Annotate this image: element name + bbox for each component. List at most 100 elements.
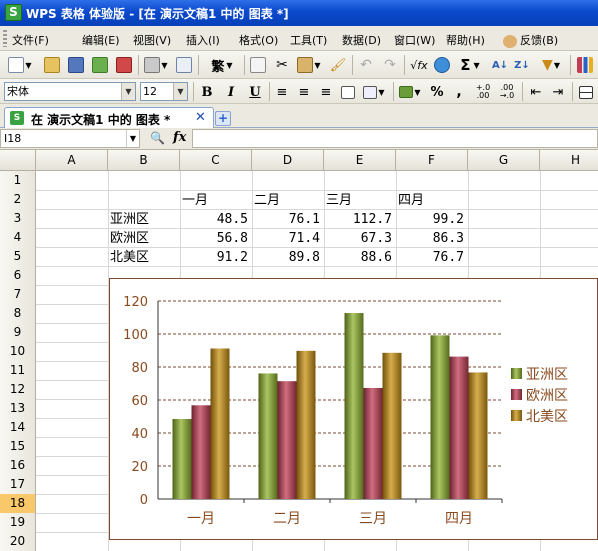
- embedded-chart[interactable]: 0 20 40 60 80 100 120 一月 二月 三月 四月 亚洲区 欧洲区 北美区: [109, 278, 598, 540]
- row-header-16[interactable]: 16: [0, 456, 36, 476]
- column-header-a[interactable]: A: [36, 150, 108, 171]
- underline-button[interactable]: U: [244, 82, 266, 102]
- row-header-12[interactable]: 12: [0, 380, 36, 400]
- menu-feedback[interactable]: 反馈(B): [503, 32, 558, 48]
- row-header-6[interactable]: 6: [0, 266, 36, 286]
- save-button[interactable]: [66, 55, 86, 75]
- cell-c3[interactable]: 48.5: [181, 210, 251, 229]
- row-header-2[interactable]: 2: [0, 190, 36, 210]
- cell-d4[interactable]: 71.4: [253, 229, 323, 248]
- row-header-14[interactable]: 14: [0, 418, 36, 438]
- format-painter-button[interactable]: 🖌: [328, 55, 348, 75]
- menu-edit[interactable]: 编辑(E): [82, 32, 120, 48]
- menu-view[interactable]: 视图(V): [133, 32, 171, 48]
- print-preview-button[interactable]: [174, 55, 194, 75]
- comma-style-button[interactable]: ,: [449, 82, 469, 102]
- copy-button[interactable]: [248, 55, 268, 75]
- menu-window[interactable]: 窗口(W): [394, 32, 435, 48]
- column-header-b[interactable]: B: [108, 150, 180, 171]
- menu-help[interactable]: 帮助(H): [446, 32, 485, 48]
- decrease-indent-button[interactable]: ⇤: [526, 82, 546, 102]
- select-all-corner[interactable]: [0, 150, 36, 171]
- align-left-button[interactable]: ≡: [272, 82, 292, 102]
- paste-button[interactable]: ▼: [294, 55, 324, 75]
- menu-format[interactable]: 格式(O): [239, 32, 278, 48]
- cell-d2[interactable]: 二月: [253, 191, 323, 210]
- row-header-8[interactable]: 8: [0, 304, 36, 324]
- row-header-19[interactable]: 19: [0, 513, 36, 533]
- cell-c4[interactable]: 56.8: [181, 229, 251, 248]
- cell-align-dropdown-button[interactable]: ▼: [360, 82, 388, 102]
- merge-center-button[interactable]: [338, 82, 358, 102]
- column-header-f[interactable]: F: [396, 150, 468, 171]
- tab-chart-document[interactable]: S 在 演示文稿1 中的 图表 * ✕: [4, 107, 214, 128]
- spreadsheet-grid[interactable]: A B C D E F G H 1 2 3 4 5 6 7 8 9 10 11 …: [0, 150, 598, 551]
- align-center-button[interactable]: ≡: [294, 82, 314, 102]
- cell-e3[interactable]: 112.7: [325, 210, 395, 229]
- menu-grip-handle[interactable]: [3, 30, 7, 47]
- new-tab-button[interactable]: +: [215, 111, 231, 126]
- decrease-decimal-button[interactable]: .00 →.0: [496, 82, 518, 102]
- cell-c5[interactable]: 91.2: [181, 248, 251, 267]
- menu-insert[interactable]: 插入(I): [186, 32, 220, 48]
- chart-wizard-button[interactable]: [575, 55, 595, 75]
- cell-c2[interactable]: 一月: [181, 191, 251, 210]
- row-header-7[interactable]: 7: [0, 285, 36, 305]
- simplified-traditional-button[interactable]: 繁 ▼: [204, 55, 240, 75]
- print-button[interactable]: ▼: [142, 55, 170, 75]
- cell-d5[interactable]: 89.8: [253, 248, 323, 267]
- cell-d3[interactable]: 76.1: [253, 210, 323, 229]
- increase-indent-button[interactable]: ⇥: [548, 82, 568, 102]
- italic-button[interactable]: I: [220, 82, 242, 102]
- redo-button[interactable]: ↷: [380, 55, 400, 75]
- autofilter-button[interactable]: ▼ ▼: [536, 55, 566, 75]
- cell-b4[interactable]: 欧洲区: [109, 229, 179, 248]
- send-mail-button[interactable]: [90, 55, 110, 75]
- row-header-17[interactable]: 17: [0, 475, 36, 495]
- borders-button[interactable]: [576, 82, 596, 102]
- column-header-g[interactable]: G: [468, 150, 540, 171]
- hyperlink-button[interactable]: [432, 55, 452, 75]
- autosum-button[interactable]: Σ ▼: [454, 55, 486, 75]
- insert-function-fx-button[interactable]: fx: [173, 130, 186, 145]
- insert-function-button[interactable]: √fx: [408, 55, 430, 75]
- cell-e5[interactable]: 88.6: [325, 248, 395, 267]
- export-pdf-button[interactable]: [114, 55, 134, 75]
- cell-e2[interactable]: 三月: [325, 191, 395, 210]
- font-name-combo[interactable]: 宋体 ▼: [4, 82, 136, 101]
- column-header-c[interactable]: C: [180, 150, 252, 171]
- bold-button[interactable]: B: [196, 82, 218, 102]
- row-header-5[interactable]: 5: [0, 247, 36, 267]
- align-right-button[interactable]: ≡: [316, 82, 336, 102]
- cell-b5[interactable]: 北美区: [109, 248, 179, 267]
- percent-format-button[interactable]: %: [427, 82, 447, 102]
- font-size-combo[interactable]: 12 ▼: [140, 82, 188, 101]
- chevron-down-icon[interactable]: ▼: [121, 83, 135, 100]
- cell-f5[interactable]: 76.7: [397, 248, 467, 267]
- currency-format-button[interactable]: ▼: [397, 82, 423, 102]
- row-header-10[interactable]: 10: [0, 342, 36, 362]
- row-header-3[interactable]: 3: [0, 209, 36, 229]
- new-document-button[interactable]: ▼: [6, 55, 34, 75]
- row-header-13[interactable]: 13: [0, 399, 36, 419]
- column-header-d[interactable]: D: [252, 150, 324, 171]
- cell-f3[interactable]: 99.2: [397, 210, 467, 229]
- column-header-e[interactable]: E: [324, 150, 396, 171]
- row-header-1[interactable]: 1: [0, 171, 36, 191]
- row-header-9[interactable]: 9: [0, 323, 36, 343]
- menu-data[interactable]: 数据(D): [342, 32, 381, 48]
- formula-input[interactable]: [192, 129, 598, 148]
- column-header-h[interactable]: H: [540, 150, 598, 171]
- cell-e4[interactable]: 67.3: [325, 229, 395, 248]
- chevron-down-icon[interactable]: ▼: [126, 130, 139, 147]
- menu-tools[interactable]: 工具(T): [290, 32, 327, 48]
- row-header-20[interactable]: 20: [0, 532, 36, 551]
- open-button[interactable]: [42, 55, 62, 75]
- row-header-15[interactable]: 15: [0, 437, 36, 457]
- sort-ascending-button[interactable]: A↓: [490, 55, 510, 75]
- cell-f4[interactable]: 86.3: [397, 229, 467, 248]
- cell-f2[interactable]: 四月: [397, 191, 467, 210]
- cell-b3[interactable]: 亚洲区: [109, 210, 179, 229]
- row-header-4[interactable]: 4: [0, 228, 36, 248]
- name-box[interactable]: I18 ▼: [0, 129, 140, 148]
